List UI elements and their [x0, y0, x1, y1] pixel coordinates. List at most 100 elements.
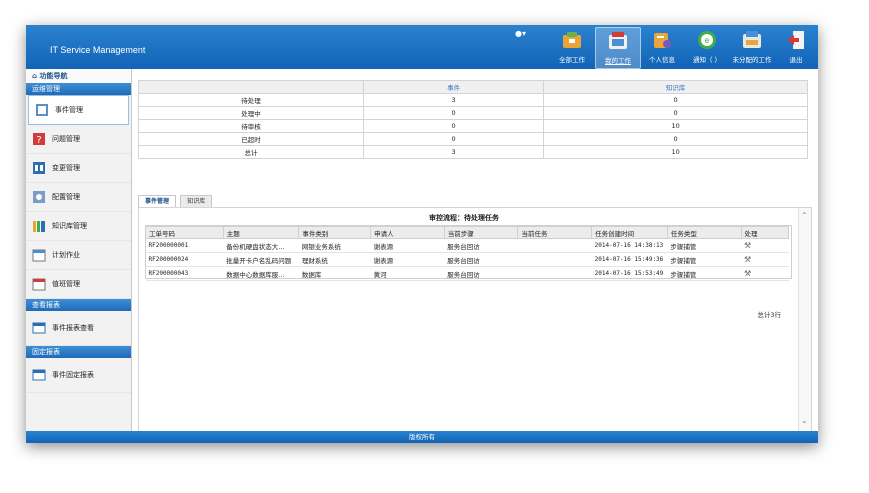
summary-label: 处理中 [138, 106, 364, 120]
summary-label: 已超时 [138, 132, 364, 146]
action-cell[interactable]: ⚒ [741, 266, 789, 281]
sidebar-item-problem[interactable]: ? 问题管理 [26, 125, 131, 154]
sidebar-item-label: 事件报表查看 [52, 324, 94, 332]
nav-label: 未分配的工作 [732, 56, 772, 64]
current-task [517, 238, 592, 253]
col-action[interactable]: 处理 [740, 226, 790, 239]
sidebar-section-ops[interactable]: 运维管理 [26, 83, 131, 95]
sidebar-item-label: 知识库管理 [52, 222, 87, 230]
col-current-step[interactable]: 当前步骤 [443, 226, 519, 239]
inbox-icon [743, 31, 761, 48]
col-applicant[interactable]: 申请人 [370, 226, 445, 239]
sidebar-item-incident-report[interactable]: 事件报表查看 [26, 311, 131, 346]
applicant: 谢表源 [370, 252, 445, 267]
col-task-created[interactable]: 任务创建时间 [591, 226, 668, 239]
wrench-icon[interactable]: ⚒ [744, 255, 754, 264]
main-content: 事件 知识库 待处理 3 0 处理中 0 0 待审核 0 10 已超时 0 0 总计 3 10 事件… [132, 69, 818, 432]
summary-incident-count: 3 [362, 145, 545, 159]
summary-kb-count: 0 [543, 132, 808, 146]
nav-label: 个人信息 [649, 56, 675, 64]
summary-incident-count: 0 [362, 132, 545, 146]
summary-label: 总计 [138, 145, 364, 159]
applicant: 黄河 [370, 266, 445, 281]
action-cell[interactable]: ⚒ [741, 238, 789, 253]
grid-title: 审控流程：待处理任务 [429, 214, 499, 222]
table-row[interactable]: RF200000001 备份机硬盘状态大... 网银业务系统 谢表源 服务台回访… [145, 238, 789, 253]
sidebar-item-scheduled[interactable]: 计划作业 [26, 241, 131, 270]
scroll-up-icon[interactable]: ⌃ [801, 212, 809, 220]
task-type: 步骤捕管 [667, 238, 742, 253]
subject: 备份机硬盘状态大... [223, 238, 299, 253]
nav-my-work[interactable]: 我的工作 [595, 27, 641, 69]
nav-label: 退出 [789, 56, 803, 64]
wrench-icon[interactable]: ⚒ [744, 241, 754, 250]
scroll-down-icon[interactable]: ⌄ [801, 417, 809, 425]
col-ticket-no[interactable]: 工单号码 [145, 226, 224, 239]
sidebar-item-label: 值班管理 [52, 280, 80, 288]
sidebar-item-duty[interactable]: 值班管理 [26, 270, 131, 299]
summary-incident-count: 0 [362, 119, 545, 133]
action-cell[interactable]: ⚒ [741, 252, 789, 267]
summary-header-cell: 事件 [362, 80, 545, 94]
col-task-type[interactable]: 任务类型 [666, 226, 742, 239]
nav-personal-info[interactable]: 个人信息 [640, 27, 684, 67]
question-icon: ? [33, 133, 45, 146]
sidebar-item-label: 计划作业 [52, 251, 80, 259]
exit-door-icon [787, 31, 804, 49]
summary-header-cell: 知识库 [543, 80, 808, 94]
calendar-icon [32, 249, 46, 262]
user-menu-icon[interactable]: ●▾ [515, 30, 529, 38]
sidebar-item-config[interactable]: 配置管理 [26, 183, 131, 212]
ticket-no[interactable]: RF200000024 [145, 252, 224, 267]
tab-knowledge[interactable]: 知识库 [180, 195, 213, 207]
nav-unassigned-work[interactable]: 未分配的工作 [730, 27, 774, 67]
header-bar: IT Service Management ●▾ 全部工作 我的工作 个人信息 … [26, 25, 818, 69]
current-step: 服务台回访 [444, 252, 518, 267]
sidebar-item-label: 事件固定报表 [52, 371, 94, 379]
summary-header-cell [138, 80, 364, 94]
subject: 数据中心数据库服... [223, 266, 299, 281]
vertical-scrollbar[interactable]: ⌃ ⌄ [798, 208, 811, 431]
home-icon: ⌂ [32, 72, 38, 80]
nav-notifications[interactable]: e 通知（ ） [685, 27, 729, 67]
incident-doc-icon [36, 104, 48, 116]
col-current-task[interactable]: 当前任务 [517, 226, 593, 239]
sidebar-item-label: 配置管理 [52, 193, 80, 201]
sidebar-item-incident[interactable]: 事件管理 [28, 95, 129, 125]
table-row[interactable]: RF200000024 批量开卡户名乱码问题 理财系统 谢表源 服务台回访 20… [145, 252, 789, 267]
app-title: IT Service Management [50, 45, 146, 55]
category: 理财系统 [298, 252, 371, 267]
current-task [517, 266, 592, 281]
books-icon [33, 221, 45, 232]
summary-label: 待审核 [138, 119, 364, 133]
summary-incident-count: 0 [362, 106, 545, 120]
report-window-icon [32, 322, 46, 334]
task-created: 2014-07-16 15:53:49 [591, 266, 668, 281]
sidebar-title-label: 功能导航 [39, 72, 68, 80]
config-icon [33, 191, 45, 203]
task-type: 步骤捕管 [667, 252, 742, 267]
sidebar-section-fixed-reports[interactable]: 固定报表 [26, 346, 131, 358]
person-card-icon [654, 33, 671, 48]
summary-kb-count: 10 [543, 119, 808, 133]
ticket-no[interactable]: RF200000043 [145, 266, 224, 281]
current-task [517, 252, 592, 267]
sidebar-item-knowledge[interactable]: 知识库管理 [26, 212, 131, 241]
duty-calendar-icon [32, 278, 46, 291]
sidebar-item-label: 事件管理 [55, 106, 83, 114]
nav-all-work[interactable]: 全部工作 [550, 27, 594, 67]
sidebar-item-incident-fixed-report[interactable]: 事件固定报表 [26, 358, 131, 393]
current-step: 服务台回访 [444, 266, 518, 281]
applicant: 谢表源 [370, 238, 445, 253]
table-row[interactable]: RF200000043 数据中心数据库服... 数据库 黄河 服务台回访 201… [145, 266, 789, 281]
tab-incident[interactable]: 事件管理 [138, 195, 177, 207]
col-subject[interactable]: 主题 [222, 226, 300, 239]
ticket-no[interactable]: RF200000001 [145, 238, 224, 253]
sidebar-section-reports[interactable]: 查看报表 [26, 299, 131, 311]
nav-exit[interactable]: 退出 [778, 27, 814, 67]
category: 数据库 [298, 266, 371, 281]
wrench-icon[interactable]: ⚒ [744, 269, 754, 278]
col-category[interactable]: 事件类别 [298, 226, 372, 239]
summary-label: 待处理 [138, 93, 364, 107]
sidebar-item-change[interactable]: 变更管理 [26, 154, 131, 183]
